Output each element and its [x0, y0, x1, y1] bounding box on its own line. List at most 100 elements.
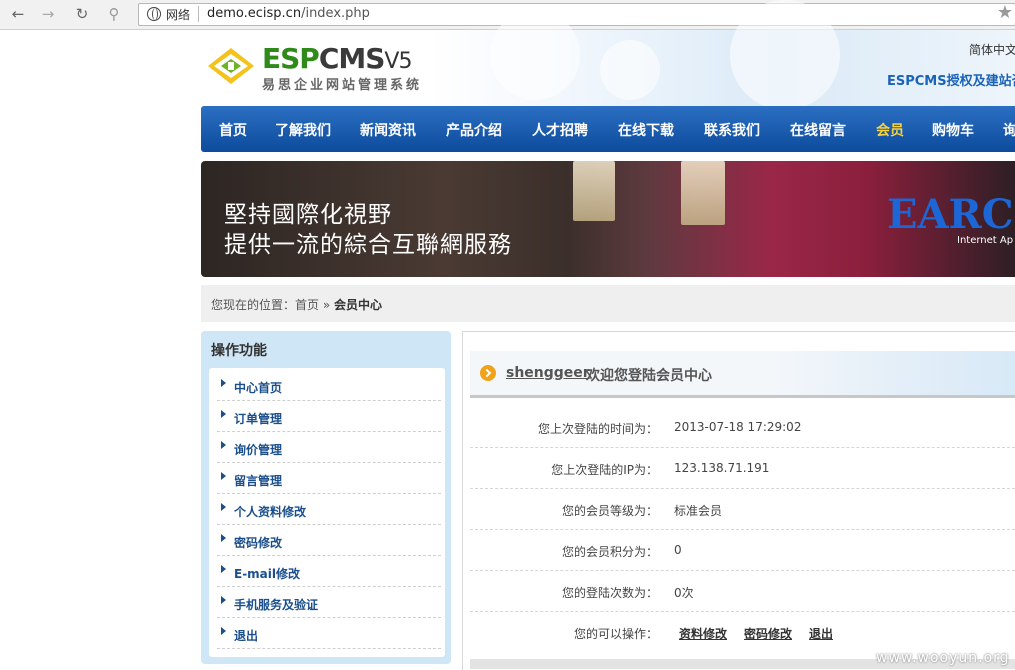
sidebar-menu: 中心首页 订单管理 询价管理 留言管理 个人资料修改 密码修改 E-mail修改…	[209, 368, 445, 657]
address-bar[interactable]: 网络 demo.ecisp.cn/index.php ★	[138, 2, 1015, 26]
banner-glass-image	[681, 161, 725, 225]
info-row: 您的登陆次数为： 0次	[470, 570, 1015, 612]
sidebar-item-label: 密码修改	[234, 536, 283, 550]
arrow-right-icon	[221, 410, 226, 418]
sidebar-item-label: 退出	[234, 629, 259, 643]
url-text[interactable]: demo.ecisp.cn/index.php	[207, 6, 370, 21]
nav-item-contact[interactable]: 联系我们	[704, 120, 760, 140]
sidebar-item-label: 个人资料修改	[234, 505, 307, 519]
info-value: 0	[674, 543, 682, 557]
sidebar-item-label: 手机服务及验证	[234, 598, 319, 612]
sidebar-item-messages[interactable]: 留言管理	[217, 463, 441, 494]
espcms-logo-icon[interactable]	[206, 46, 256, 86]
nav-item-download[interactable]: 在线下载	[618, 120, 674, 140]
nav-item-member[interactable]: 会员	[876, 120, 904, 140]
sidebar-item-label: 订单管理	[234, 412, 283, 426]
arrow-right-icon	[221, 441, 226, 449]
nav-item-home[interactable]: 首页	[219, 120, 247, 140]
reload-icon[interactable]: ↻	[72, 4, 92, 24]
arrow-right-icon	[221, 565, 226, 573]
sidebar-item-label: 留言管理	[234, 474, 283, 488]
sidebar-title: 操作功能	[211, 343, 267, 359]
forward-arrow-icon[interactable]: →	[38, 4, 58, 24]
nav-item-cart[interactable]: 购物车	[932, 120, 974, 140]
logo-esp: ESP	[262, 42, 320, 75]
sidebar-item-orders[interactable]: 订单管理	[217, 401, 441, 432]
sidebar-item-password[interactable]: 密码修改	[217, 525, 441, 556]
url-host: demo.ecisp.cn	[207, 6, 302, 21]
arrow-right-icon	[221, 503, 226, 511]
username-link[interactable]: shenggeer	[506, 365, 590, 381]
back-arrow-icon[interactable]: ←	[8, 4, 28, 24]
edit-profile-link[interactable]: 资料修改	[679, 625, 727, 642]
main-nav: 首页 了解我们 新闻资讯 产品介绍 人才招聘 在线下载 联系我们 在线留言 会员…	[201, 106, 1015, 152]
info-value: 123.138.71.191	[674, 461, 770, 475]
globe-icon	[147, 7, 161, 21]
info-value: 2013-07-18 17:29:02	[674, 420, 802, 434]
sidebar-item-logout[interactable]: 退出	[217, 618, 441, 649]
operations-label: 您的可以操作：	[573, 627, 658, 641]
nav-item-inquiry[interactable]: 询	[1003, 120, 1015, 140]
arrow-right-icon	[221, 627, 226, 635]
sidebar-item-mobile[interactable]: 手机服务及验证	[217, 587, 441, 618]
logout-link[interactable]: 退出	[809, 625, 833, 642]
sidebar-item-inquiries[interactable]: 询价管理	[217, 432, 441, 463]
info-label: 您上次登陆的时间为：	[537, 422, 658, 436]
sidebar-item-center-home[interactable]: 中心首页	[217, 370, 441, 401]
info-row: 您的会员等级为： 标准会员	[470, 488, 1015, 530]
hero-banner: 堅持國際化視野 提供一流的綜合互聯網服務 EARC Internet Ap	[201, 161, 1015, 277]
info-label: 您的会员等级为：	[561, 504, 658, 518]
logo-cms: CMS	[318, 42, 386, 75]
bookmark-star-icon[interactable]: ★	[997, 2, 1013, 23]
breadcrumb-home-link[interactable]: 首页	[295, 298, 319, 312]
welcome-header: shenggeer 欢迎您登陆会员中心	[470, 351, 1015, 398]
logo-version: V5	[384, 49, 412, 74]
arrow-right-icon	[221, 379, 226, 387]
info-label: 您的登陆次数为：	[561, 586, 658, 600]
site-info-label[interactable]: 网络	[166, 6, 190, 23]
operations-row: 您的可以操作： 资料修改 密码修改 退出	[470, 611, 1015, 652]
sidebar-item-label: 中心首页	[234, 381, 283, 395]
sidebar-item-email[interactable]: E-mail修改	[217, 556, 441, 587]
logo-wordmark[interactable]: ESPCMSV5	[262, 42, 412, 75]
change-password-link[interactable]: 密码修改	[744, 625, 792, 642]
license-link[interactable]: ESPCMS授权及建站咨	[887, 70, 1015, 89]
banner-slogan-line2: 提供一流的綜合互聯網服務	[224, 232, 512, 258]
info-label: 您上次登陆的IP为：	[551, 463, 658, 477]
arrow-right-icon	[221, 596, 226, 604]
breadcrumb-prefix: 您现在的位置：	[211, 298, 296, 312]
nav-item-jobs[interactable]: 人才招聘	[532, 120, 588, 140]
site-header: ESPCMSV5 易思企业网站管理系统 简体中文 ESPCMS授权及建站咨	[0, 0, 1015, 110]
breadcrumb-separator: »	[322, 298, 331, 312]
banner-brand: EARC	[887, 191, 1014, 238]
info-value: 0次	[674, 586, 694, 600]
nav-item-news[interactable]: 新闻资讯	[360, 120, 416, 140]
info-label: 您的会员积分为：	[561, 545, 658, 559]
sidebar-item-label: 询价管理	[234, 443, 283, 457]
banner-brand-sub: Internet Ap	[957, 235, 1014, 246]
arrow-circle-icon	[480, 365, 496, 381]
sidebar: 操作功能 中心首页 订单管理 询价管理 留言管理 个人资料修改 密码修改 E-m…	[201, 331, 451, 664]
banner-slogan-line1: 堅持國際化視野	[224, 202, 392, 228]
info-row: 您上次登陆的IP为： 123.138.71.191	[470, 447, 1015, 489]
key-icon[interactable]: ⚲	[104, 4, 124, 24]
nav-item-products[interactable]: 产品介绍	[446, 120, 502, 140]
arrow-right-icon	[221, 534, 226, 542]
banner-glass-image	[573, 161, 615, 221]
sidebar-item-label: E-mail修改	[234, 567, 301, 581]
nav-item-about[interactable]: 了解我们	[275, 120, 331, 140]
logo-subtitle: 易思企业网站管理系统	[262, 78, 423, 93]
watermark: www.wooyun.org	[876, 650, 1010, 666]
address-divider	[198, 6, 199, 22]
info-row: 您上次登陆的时间为： 2013-07-18 17:29:02	[470, 406, 1015, 448]
nav-item-guestbook[interactable]: 在线留言	[790, 120, 846, 140]
url-path: /index.php	[301, 6, 370, 21]
language-link[interactable]: 简体中文	[969, 41, 1015, 58]
info-row: 您的会员积分为： 0	[470, 529, 1015, 571]
welcome-message: 欢迎您登陆会员中心	[586, 368, 712, 384]
arrow-right-icon	[221, 472, 226, 480]
info-value: 标准会员	[674, 504, 723, 518]
sidebar-item-profile[interactable]: 个人资料修改	[217, 494, 441, 525]
breadcrumb-current: 会员中心	[334, 298, 383, 312]
header-background	[430, 0, 1015, 110]
